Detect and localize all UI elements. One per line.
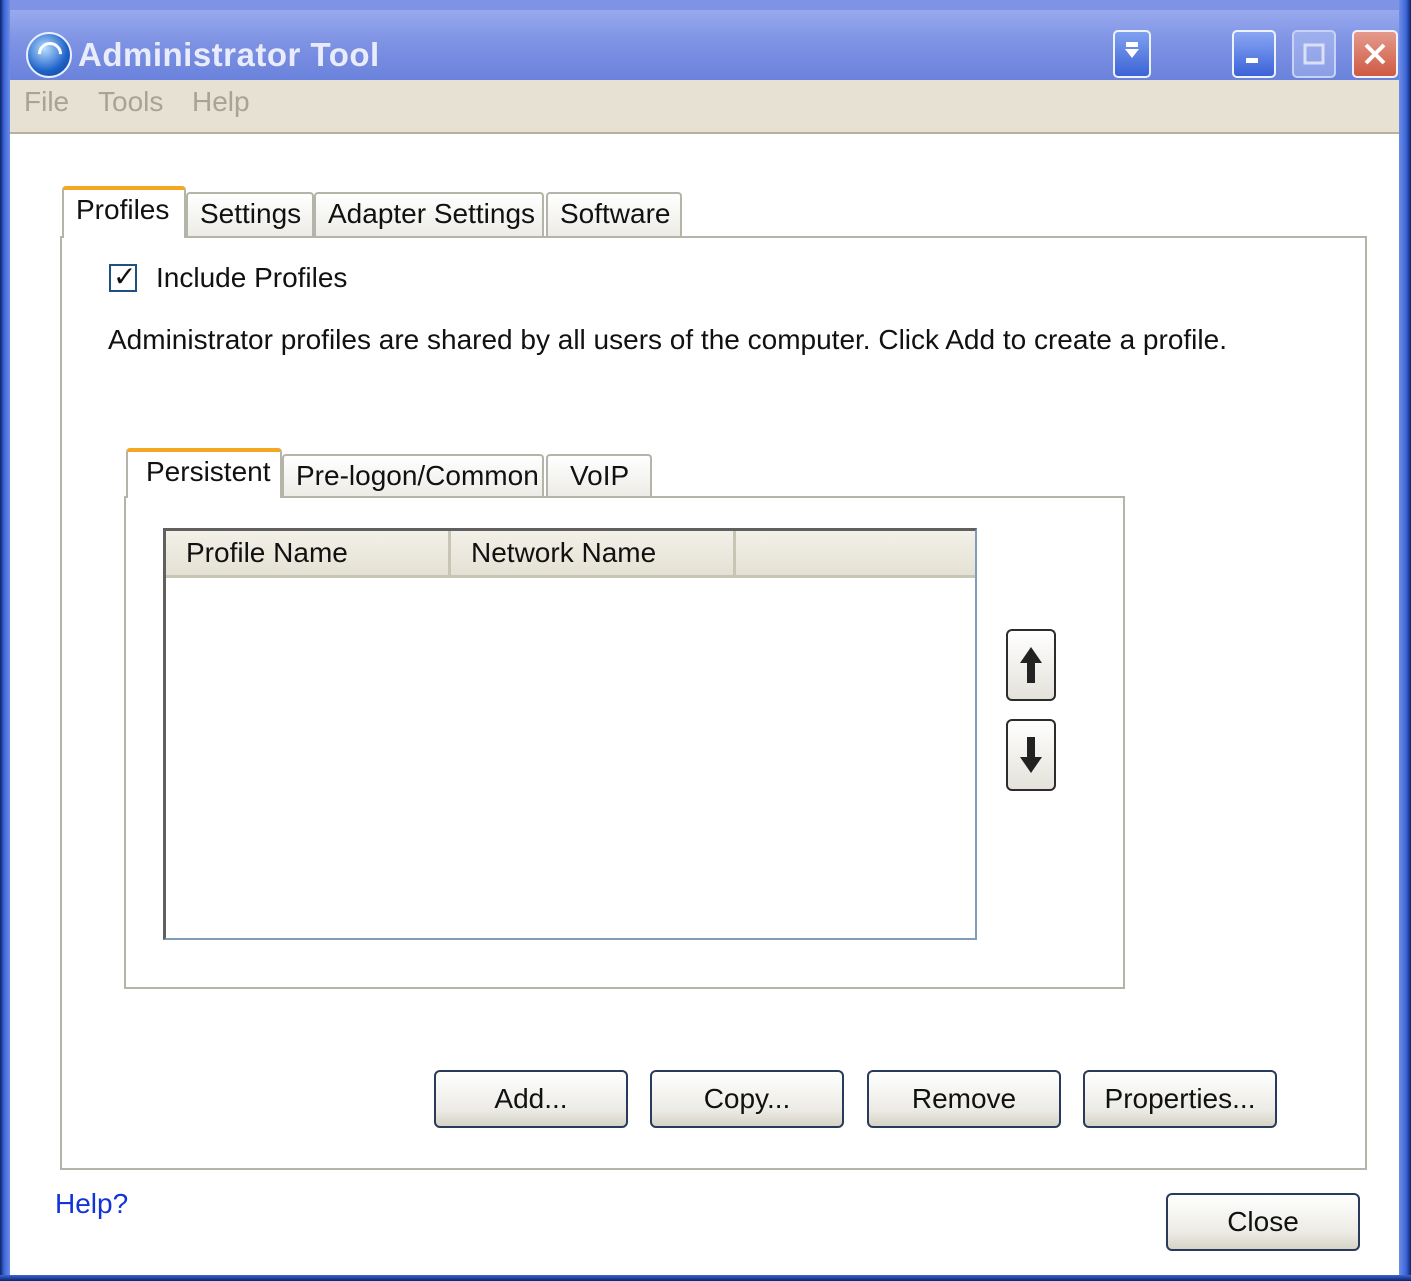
- tab-software[interactable]: Software: [546, 192, 682, 238]
- subtab-voip[interactable]: VoIP: [546, 454, 652, 498]
- tab-profiles[interactable]: Profiles: [62, 186, 186, 238]
- menu-help[interactable]: Help: [192, 86, 250, 118]
- minimize-icon: [1234, 32, 1274, 76]
- help-link[interactable]: Help?: [55, 1188, 128, 1220]
- include-profiles-label[interactable]: Include Profiles: [156, 262, 347, 294]
- move-up-button[interactable]: [1006, 629, 1056, 701]
- include-profiles-checkbox[interactable]: ✓: [109, 261, 137, 292]
- pin-button[interactable]: [1113, 30, 1151, 78]
- wireless-signal-icon: [26, 32, 72, 78]
- move-down-button[interactable]: [1006, 719, 1056, 791]
- subtab-persistent[interactable]: Persistent: [126, 448, 282, 498]
- menu-bar: File Tools Help: [10, 80, 1399, 134]
- menu-file[interactable]: File: [24, 86, 69, 118]
- close-icon: [1354, 32, 1396, 76]
- window-frame-right: [1399, 0, 1411, 1281]
- remove-button[interactable]: Remove: [867, 1070, 1061, 1128]
- window-title: Administrator Tool: [78, 36, 380, 73]
- copy-button[interactable]: Copy...: [650, 1070, 844, 1128]
- window-frame-bottom: [0, 1275, 1411, 1281]
- profile-list-header: Profile Name Network Name: [166, 531, 975, 578]
- profile-list[interactable]: Profile Name Network Name: [163, 528, 977, 940]
- window-frame-left: [0, 0, 10, 1281]
- minimize-button[interactable]: [1232, 30, 1276, 78]
- checkmark-icon: ✓: [113, 261, 137, 292]
- close-button[interactable]: Close: [1166, 1193, 1360, 1251]
- column-header-profile-name[interactable]: Profile Name: [166, 531, 451, 575]
- pin-icon: [1115, 32, 1149, 76]
- arrow-up-icon: [1020, 647, 1042, 683]
- title-bar[interactable]: Administrator Tool: [10, 10, 1399, 80]
- profiles-description: Administrator profiles are shared by all…: [108, 324, 1227, 355]
- add-button[interactable]: Add...: [434, 1070, 628, 1128]
- maximize-icon: [1294, 32, 1334, 76]
- menu-tools[interactable]: Tools: [98, 86, 163, 118]
- column-header-network-name[interactable]: Network Name: [451, 531, 736, 575]
- maximize-button[interactable]: [1292, 30, 1336, 78]
- close-window-button[interactable]: [1352, 30, 1398, 78]
- subtab-pre-logon-common[interactable]: Pre-logon/Common: [282, 454, 544, 498]
- window-frame-top: [0, 0, 1411, 10]
- properties-button[interactable]: Properties...: [1083, 1070, 1277, 1128]
- arrow-down-icon: [1020, 737, 1042, 773]
- tab-adapter-settings[interactable]: Adapter Settings: [314, 192, 544, 238]
- tab-settings[interactable]: Settings: [186, 192, 314, 238]
- administrator-tool-window: Administrator Tool File Tools Help Profi…: [0, 0, 1411, 1281]
